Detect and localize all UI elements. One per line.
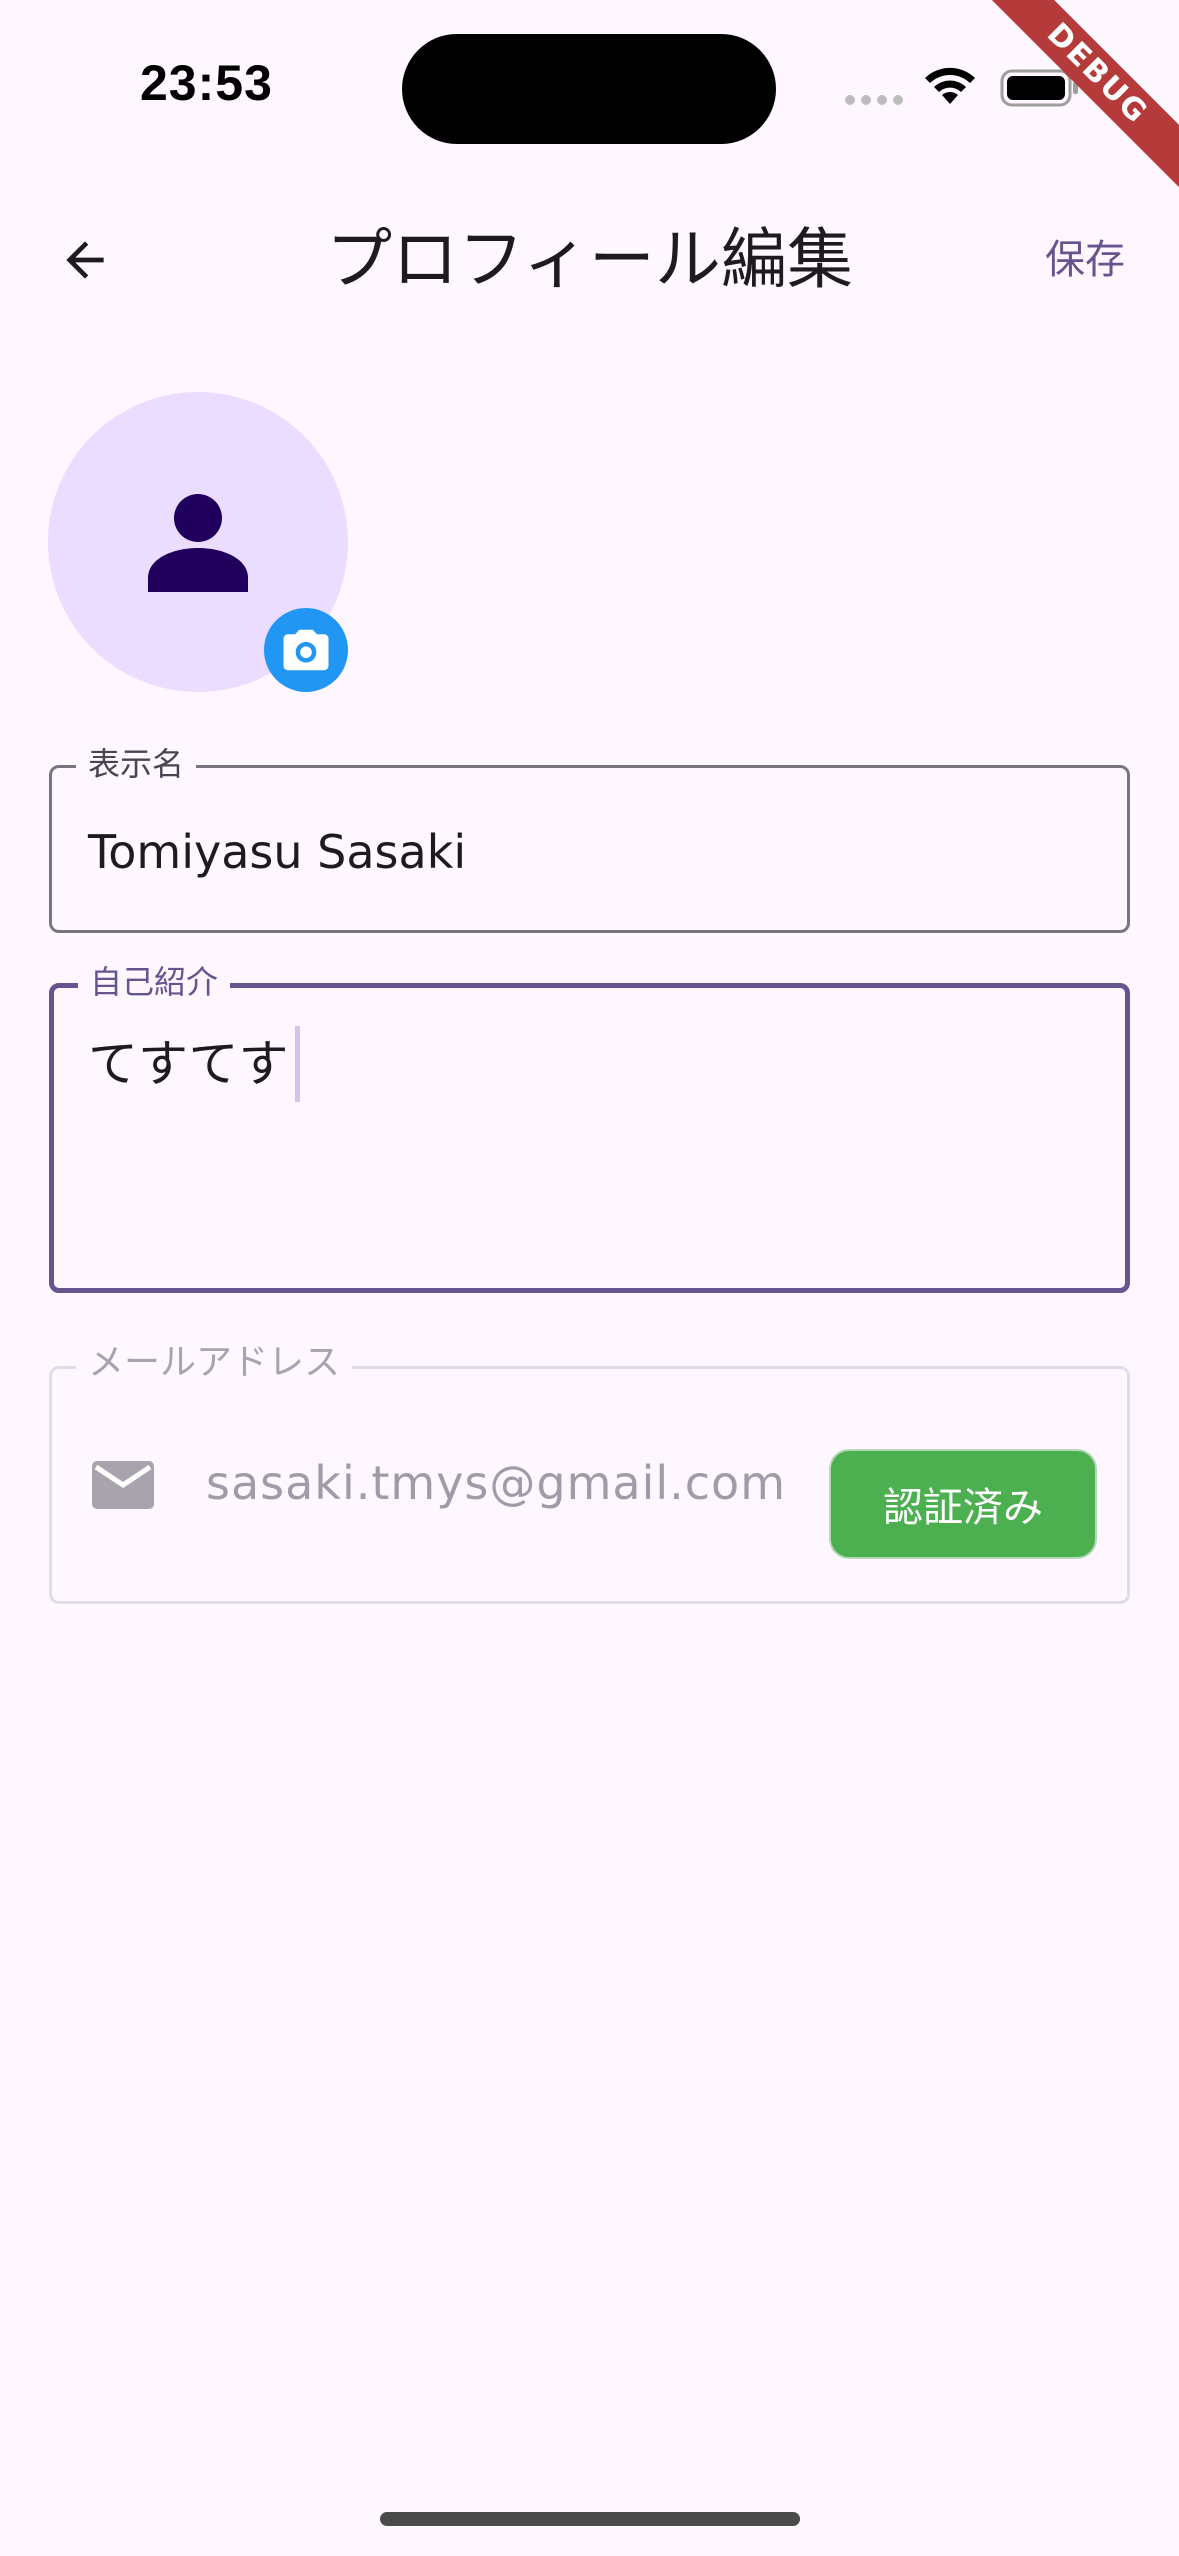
status-time: 23:53 xyxy=(140,55,273,111)
camera-icon xyxy=(283,629,329,671)
bio-field[interactable]: 自己紹介 てすてす xyxy=(49,960,1130,1293)
back-button[interactable] xyxy=(40,215,130,305)
change-photo-button[interactable] xyxy=(264,608,348,692)
arrow-back-icon xyxy=(66,241,104,279)
profile-edit-screen: 23:53 DEBUG プロフィール編集 保存 表示名 Tomiyasu Sas… xyxy=(0,0,1179,2556)
save-button[interactable]: 保存 xyxy=(1045,232,1125,288)
wifi-icon xyxy=(925,67,975,104)
bio-value: てすてす xyxy=(88,1035,289,1093)
dynamic-island xyxy=(402,34,776,144)
display-name-value[interactable]: Tomiyasu Sasaki xyxy=(88,822,466,882)
email-label: メールアドレス xyxy=(76,1341,353,1385)
mail-icon xyxy=(92,1461,154,1509)
display-name-field[interactable]: 表示名 Tomiyasu Sasaki xyxy=(49,742,1130,933)
bio-label: 自己紹介 xyxy=(78,960,231,1004)
display-name-label: 表示名 xyxy=(76,742,197,786)
home-indicator[interactable] xyxy=(380,2512,800,2526)
text-caret xyxy=(294,1026,300,1102)
bio-input[interactable]: てすてす xyxy=(88,1026,300,1102)
person-icon xyxy=(148,494,248,592)
page-title: プロフィール編集 xyxy=(326,221,853,298)
cellular-signal-icon xyxy=(845,95,903,105)
verified-badge-button[interactable]: 認証済み xyxy=(829,1449,1097,1559)
email-field: メールアドレス sasaki.tmys@gmail.com 認証済み xyxy=(49,1341,1130,1604)
email-value: sasaki.tmys@gmail.com xyxy=(206,1456,787,1510)
